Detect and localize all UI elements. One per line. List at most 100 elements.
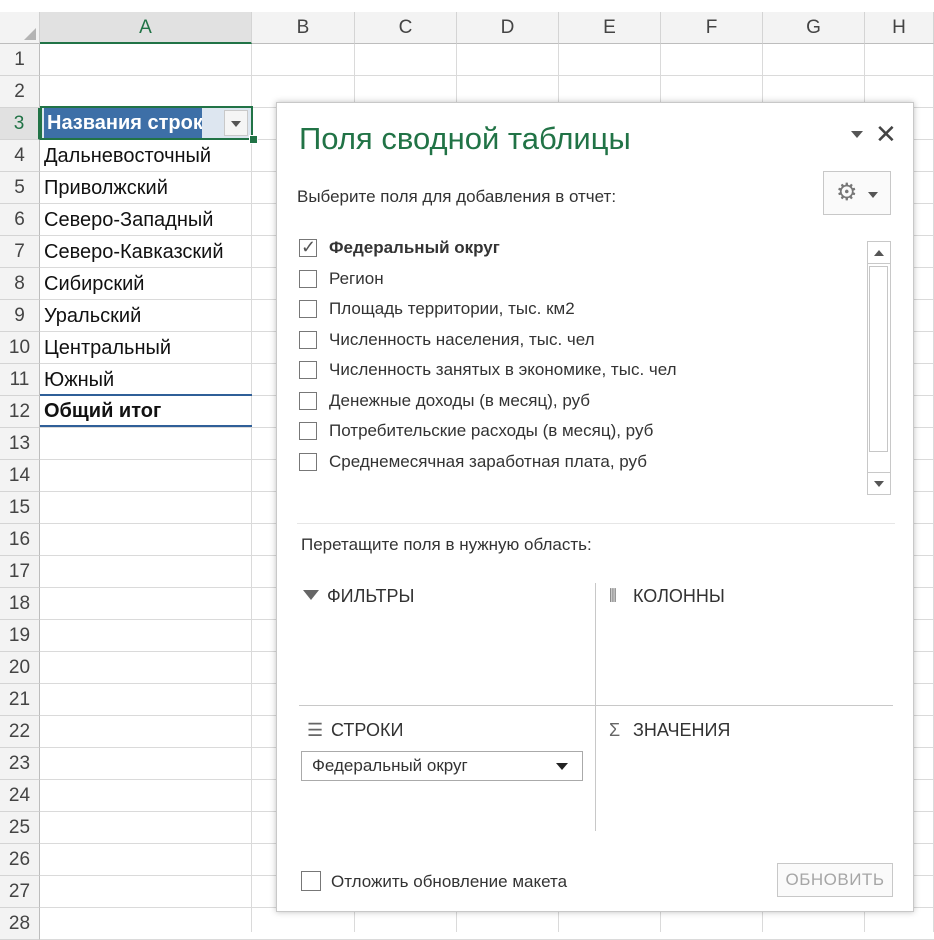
pivot-row-item[interactable]: Дальневосточный [44, 140, 211, 172]
gear-icon: ⚙ [836, 179, 858, 206]
field-checkbox[interactable] [299, 452, 317, 471]
pane-divider [297, 523, 895, 524]
field-label: Среднемесячная заработная плата, руб [329, 451, 647, 471]
scroll-thumb[interactable] [869, 266, 888, 452]
row-header-5[interactable]: 5 [0, 172, 40, 204]
row-header-15[interactable]: 15 [0, 492, 40, 524]
chevron-down-icon [868, 192, 878, 198]
row-header-18[interactable]: 18 [0, 588, 40, 620]
drag-fields-prompt: Перетащите поля в нужную область: [301, 535, 592, 554]
columns-zone-label: КОЛОННЫ [633, 586, 725, 606]
field-label: Численность занятых в экономике, тыс. че… [329, 360, 677, 379]
column-header-e[interactable]: E [559, 12, 661, 44]
field-label: Потребительские расходы (в месяц), руб [329, 421, 654, 440]
filters-zone-label: ФИЛЬТРЫ [327, 586, 415, 606]
pivot-row-item[interactable]: Северо-Кавказский [44, 236, 224, 268]
pivot-row-item[interactable]: Уральский [44, 300, 141, 332]
scroll-down-icon[interactable] [868, 472, 890, 494]
row-header-1[interactable]: 1 [0, 44, 40, 76]
row-header-27[interactable]: 27 [0, 876, 40, 908]
pivot-row-item[interactable]: Северо-Западный [44, 204, 213, 236]
columns-zone[interactable]: ⦀ КОЛОННЫ [609, 585, 725, 607]
row-header-6[interactable]: 6 [0, 204, 40, 236]
rows-zone[interactable]: ☰ СТРОКИ [307, 719, 403, 741]
pane-options-arrow-icon[interactable] [851, 131, 863, 138]
row-header-9[interactable]: 9 [0, 300, 40, 332]
row-header-19[interactable]: 19 [0, 620, 40, 652]
row-header-12[interactable]: 12 [0, 396, 40, 428]
grand-total-label[interactable]: Общий итог [44, 395, 161, 427]
column-header-c[interactable]: C [355, 12, 457, 44]
field-list-scrollbar[interactable] [867, 241, 891, 495]
sigma-icon: Σ [609, 720, 621, 740]
row-header-21[interactable]: 21 [0, 684, 40, 716]
row-header-17[interactable]: 17 [0, 556, 40, 588]
values-zone[interactable]: Σ ЗНАЧЕНИЯ [609, 719, 730, 741]
column-gridline [251, 44, 252, 932]
chevron-down-icon[interactable] [556, 763, 568, 770]
row-header-28[interactable]: 28 [0, 908, 40, 940]
select-all-triangle-icon [24, 28, 36, 40]
row-header-4[interactable]: 4 [0, 140, 40, 172]
pivot-row-item[interactable]: Приволжский [44, 172, 168, 204]
filter-icon [303, 590, 319, 601]
column-header-a[interactable]: A [40, 12, 252, 44]
defer-update-label: Отложить обновление макета [331, 872, 568, 891]
zones-horizontal-divider [299, 705, 893, 706]
rows-zone-field-federal-district[interactable]: Федеральный округ [301, 751, 583, 781]
row-header-14[interactable]: 14 [0, 460, 40, 492]
active-cell-outline [40, 106, 253, 140]
pivot-fields-pane: Поля сводной таблицы ✕ Выберите поля для… [276, 102, 914, 912]
row-header-23[interactable]: 23 [0, 748, 40, 780]
row-header-3[interactable]: 3 [0, 108, 40, 140]
tools-button[interactable]: ⚙ [823, 171, 891, 215]
column-header-h[interactable]: H [865, 12, 934, 44]
defer-update-checkbox[interactable] [301, 871, 321, 891]
field-checkbox[interactable] [299, 361, 317, 379]
column-header-g[interactable]: G [763, 12, 865, 44]
row-header-2[interactable]: 2 [0, 76, 40, 108]
field-checkbox[interactable] [299, 300, 317, 318]
row-header-13[interactable]: 13 [0, 428, 40, 460]
row-header-24[interactable]: 24 [0, 780, 40, 812]
rows-zone-field-label: Федеральный округ [312, 756, 468, 775]
pivot-row-item[interactable]: Центральный [44, 332, 171, 364]
filters-zone[interactable]: ФИЛЬТРЫ [303, 585, 414, 607]
select-all-corner[interactable] [0, 12, 40, 44]
row-header-20[interactable]: 20 [0, 652, 40, 684]
values-zone-label: ЗНАЧЕНИЯ [633, 720, 731, 740]
field-label: Федеральный округ [329, 238, 500, 257]
pivot-row-item[interactable]: Южный [44, 364, 114, 396]
row-header-8[interactable]: 8 [0, 268, 40, 300]
row-header-22[interactable]: 22 [0, 716, 40, 748]
row-header-10[interactable]: 10 [0, 332, 40, 364]
field-checkbox[interactable]: ✓ [299, 237, 317, 257]
row-header-16[interactable]: 16 [0, 524, 40, 556]
field-label: Площадь территории, тыс. км2 [329, 299, 575, 318]
choose-fields-prompt: Выберите поля для добавления в отчет: [297, 187, 617, 206]
rows-icon: ☰ [307, 720, 324, 740]
update-button[interactable]: ОБНОВИТЬ [777, 863, 893, 897]
pivot-row-item[interactable]: Сибирский [44, 268, 144, 300]
field-checkbox[interactable] [299, 330, 317, 349]
column-header-b[interactable]: B [252, 12, 355, 44]
row-gridline [40, 75, 934, 76]
field-checkbox[interactable] [299, 422, 317, 440]
checkmark-icon: ✓ [301, 237, 317, 257]
fill-handle[interactable] [249, 135, 258, 144]
column-header-d[interactable]: D [457, 12, 559, 44]
column-header-f[interactable]: F [661, 12, 763, 44]
close-icon[interactable]: ✕ [875, 119, 897, 149]
columns-icon: ⦀ [609, 586, 617, 606]
pane-title: Поля сводной таблицы [299, 121, 631, 156]
field-checkbox[interactable] [299, 269, 317, 288]
field-label: Численность населения, тыс. чел [329, 329, 595, 349]
row-header-11[interactable]: 11 [0, 364, 40, 396]
row-header-26[interactable]: 26 [0, 844, 40, 876]
scroll-up-icon[interactable] [868, 242, 890, 264]
row-header-7[interactable]: 7 [0, 236, 40, 268]
field-label: Денежные доходы (в месяц), руб [329, 390, 591, 410]
field-label: Регион [329, 268, 384, 288]
field-checkbox[interactable] [299, 391, 317, 410]
row-header-25[interactable]: 25 [0, 812, 40, 844]
